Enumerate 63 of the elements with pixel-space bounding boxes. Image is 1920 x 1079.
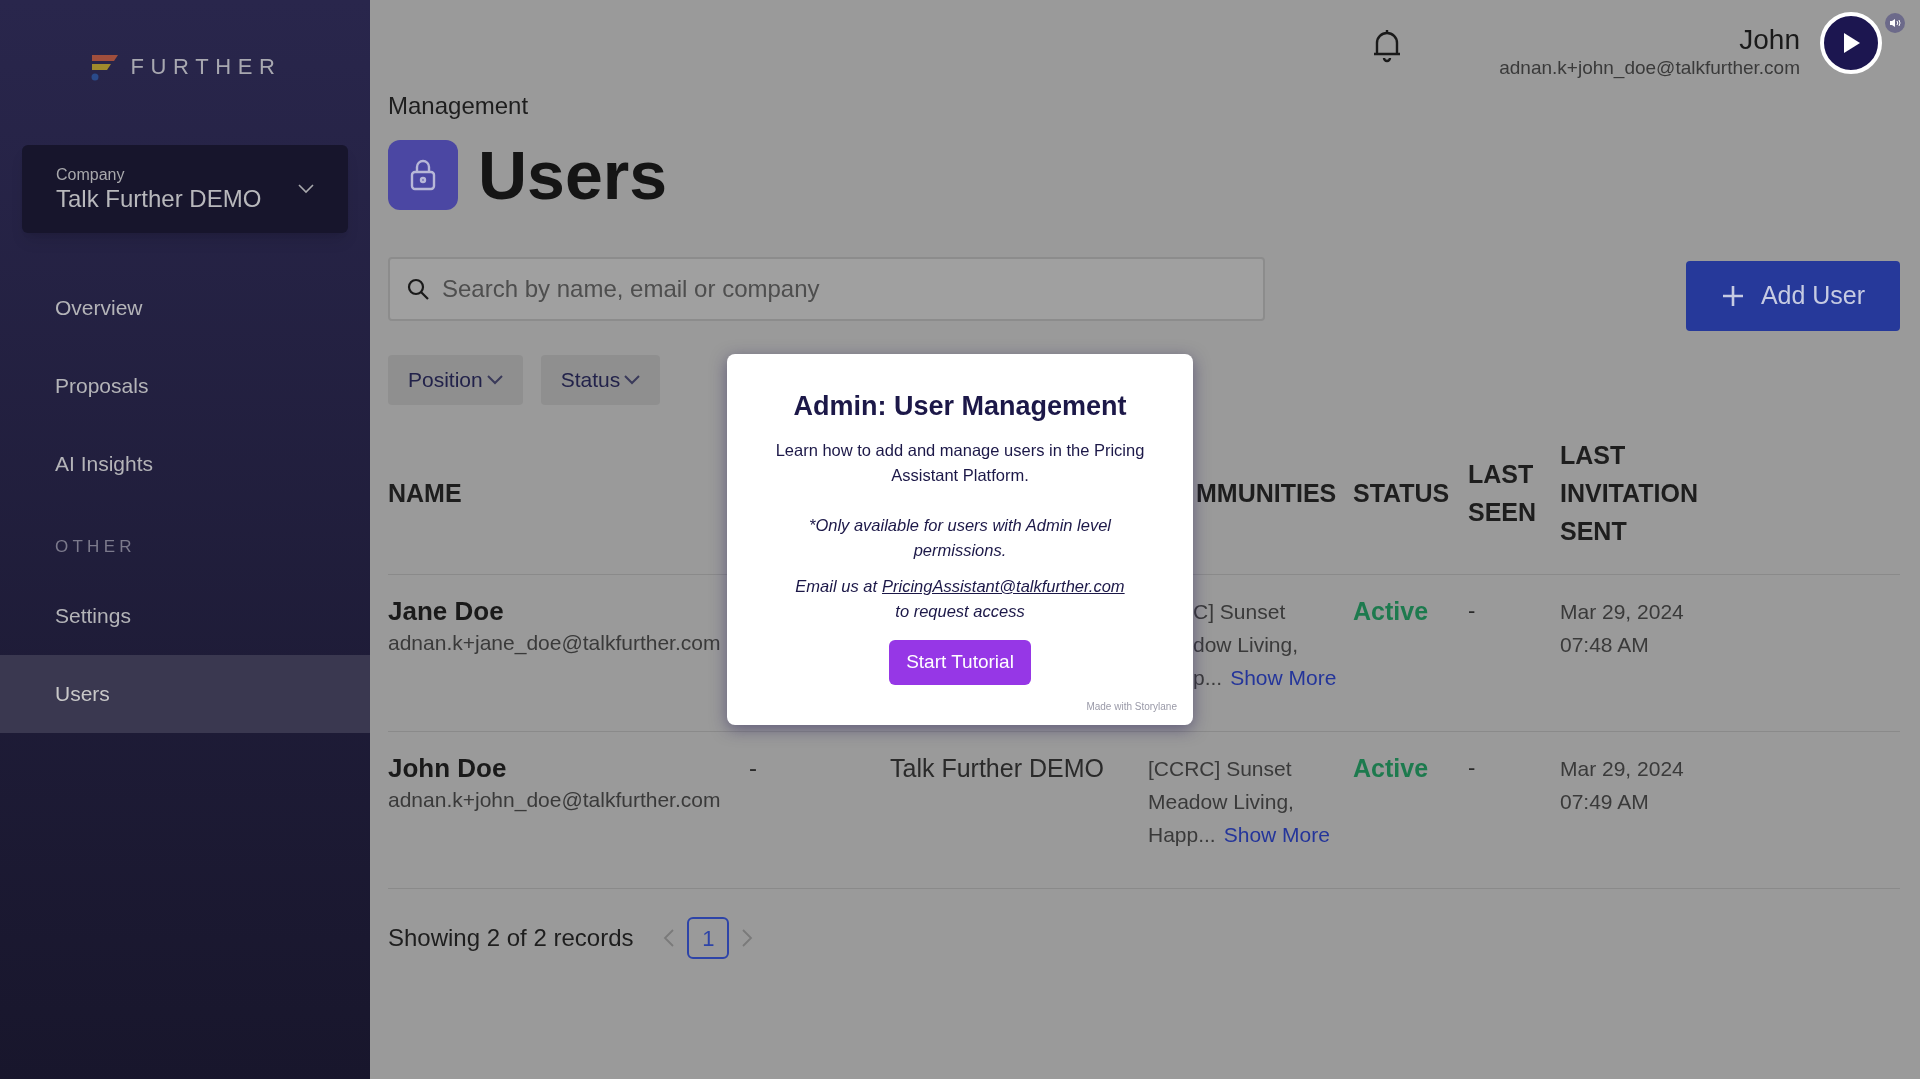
- company-selector[interactable]: Company Talk Further DEMO: [22, 145, 348, 233]
- storylane-credit: Made with Storylane: [1086, 700, 1177, 714]
- filter-dropdown[interactable]: Position: [388, 355, 523, 405]
- sidebar-item[interactable]: Settings: [0, 577, 370, 655]
- sidebar-item[interactable]: AI Insights: [0, 425, 370, 503]
- dialog-text: Email us at: [795, 576, 877, 597]
- table-cell-text: Mar 29, 2024: [1560, 756, 1685, 782]
- column-header: LAST INVITATION SENT: [1560, 439, 1699, 547]
- user-email-cell-text: adnan.k+jane_doe@talkfurther.com: [388, 630, 722, 657]
- lock-icon: [388, 140, 458, 210]
- start-tutorial-button[interactable]: Start Tutorial: [889, 640, 1031, 685]
- table-cell-text: 07:49 AM: [1560, 789, 1650, 815]
- column-header: MMUNITIES: [1196, 478, 1337, 507]
- status-label: Active: [1353, 754, 1429, 782]
- company-label: Company: [56, 165, 126, 185]
- column-header: NAME: [388, 478, 462, 507]
- table-cell-text: C] Sunset: [1193, 599, 1286, 625]
- dialog-text: to request access: [895, 601, 1025, 622]
- play-icon: [1841, 32, 1861, 54]
- table-cell-text: Mar 29, 2024: [1560, 599, 1685, 625]
- table-cell-text: p...: [1193, 665, 1223, 691]
- plus-icon: [1720, 284, 1745, 308]
- column-header: STATUS: [1353, 478, 1450, 507]
- table-cell: Talk Further DEMO: [890, 754, 1104, 782]
- table-cell-text: dow Living,: [1193, 632, 1299, 658]
- breadcrumb: Management: [388, 92, 530, 120]
- table-cell: -: [749, 754, 757, 781]
- table-cell-text: 07:48 AM: [1560, 632, 1650, 658]
- show-more-link[interactable]: Show More: [1230, 661, 1337, 694]
- search-field[interactable]: Search by name, email or company: [388, 257, 1265, 321]
- add-user-button[interactable]: Add User: [1686, 261, 1900, 331]
- filter-dropdown[interactable]: Status: [540, 355, 661, 405]
- chevron-down-icon: [486, 375, 503, 385]
- search-icon: [406, 277, 430, 301]
- table-cell-text: [CCRC] Sunset: [1148, 756, 1292, 782]
- sidebar-item[interactable]: Overview: [0, 269, 370, 347]
- company-name: Talk Further DEMO: [56, 185, 262, 213]
- chevron-down-icon: [298, 184, 314, 194]
- dialog-text: Learn how to add and manage users in the Pricing Assistant Platform.: [774, 440, 1146, 486]
- email-link[interactable]: PricingAssistant@talkfurther.com: [882, 574, 1125, 599]
- dialog-title: Admin: User Management: [793, 390, 1127, 422]
- user-name-cell-text: John Doe: [388, 752, 508, 784]
- sound-icon[interactable]: [1885, 13, 1905, 33]
- section-label: OTHER: [54, 536, 137, 559]
- show-more-link[interactable]: Show More: [1223, 818, 1330, 851]
- user-email-cell-text: adnan.k+john_doe@talkfurther.com: [388, 787, 722, 814]
- sidebar-item[interactable]: Users: [0, 655, 370, 733]
- user-email: adnan.k+john_doe@talkfurther.com: [1499, 56, 1800, 80]
- table-cell-text: Happ...: [1148, 822, 1216, 848]
- page-title: Users: [478, 136, 668, 215]
- dialog-note: *Only available for users with Admin level permissions.: [808, 515, 1113, 561]
- logo-text: FURTHER: [130, 53, 282, 81]
- column-header: LAST SEEN: [1468, 458, 1538, 528]
- user-name-cell-text: Jane Doe: [388, 595, 505, 627]
- user-name: John: [1739, 24, 1800, 56]
- table-cell: -: [1468, 598, 1476, 623]
- bell-icon[interactable]: [1373, 27, 1402, 63]
- sidebar-item[interactable]: Proposals: [0, 347, 370, 425]
- status-label: Active: [1353, 597, 1429, 625]
- table-cell: -: [1468, 755, 1476, 780]
- records-summary: Showing 2 of 2 records: [388, 923, 634, 953]
- table-cell-text: Meadow Living,: [1148, 789, 1294, 815]
- chevron-down-icon: [624, 375, 641, 385]
